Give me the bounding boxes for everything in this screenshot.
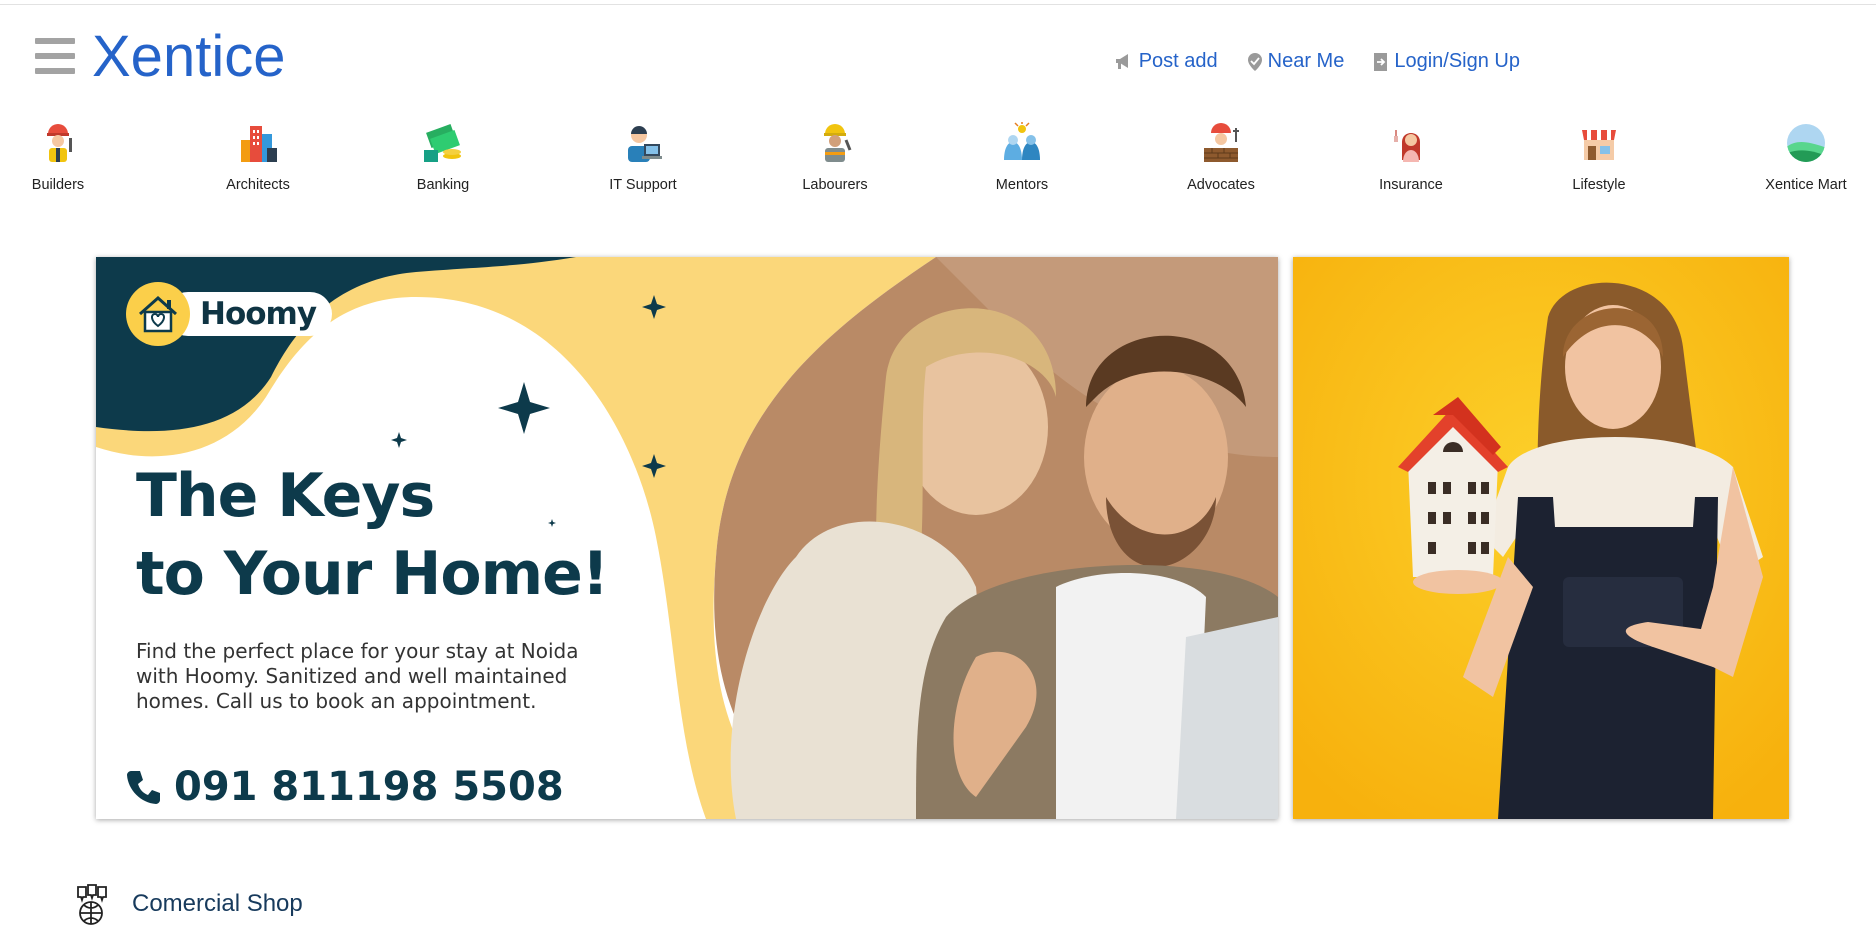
hoomy-logo: Hoomy: [126, 282, 333, 346]
category-label: Banking: [416, 177, 470, 193]
banner-headline-line1: The Keys: [136, 461, 435, 531]
category-label: Builders: [31, 177, 85, 193]
location-pin-icon: [1247, 52, 1262, 71]
category-mentors[interactable]: Mentors: [947, 122, 1097, 193]
it-support-icon: [628, 126, 662, 162]
money-icon: [424, 124, 461, 162]
mentors-icon: [1004, 122, 1040, 160]
category-label: Architects: [226, 177, 290, 193]
banner-phone: 091 811198 5508: [126, 764, 564, 810]
commercial-shop-section: Comercial Shop: [70, 883, 303, 925]
category-label: Advocates: [1187, 177, 1255, 193]
house-heart-icon: [126, 282, 190, 346]
landscape-icon: [1787, 124, 1825, 162]
top-divider: [0, 4, 1876, 5]
login-signup-link[interactable]: Login/Sign Up: [1372, 50, 1520, 73]
commercial-map-icon: [77, 884, 107, 925]
woman-holding-house-image: [1293, 257, 1789, 819]
post-add-link[interactable]: Post add: [1115, 50, 1218, 73]
category-bar: Builders Architects Banking IT Support L…: [0, 122, 1876, 202]
category-advocates[interactable]: Advocates: [1146, 122, 1296, 193]
near-me-label: Near Me: [1267, 50, 1345, 72]
hoomy-banner[interactable]: Hoomy The Keys to Your Home! Find the pe…: [96, 257, 1278, 819]
category-label: Mentors: [995, 177, 1049, 193]
category-label: Lifestyle: [1572, 177, 1626, 193]
post-add-label: Post add: [1138, 50, 1218, 72]
category-label: Insurance: [1379, 177, 1443, 193]
category-builders[interactable]: Builders: [0, 122, 133, 193]
section-title[interactable]: Comercial Shop: [132, 890, 303, 918]
brand-logo[interactable]: Xentice: [92, 22, 285, 92]
category-lifestyle[interactable]: Lifestyle: [1524, 122, 1674, 193]
login-icon: [1374, 52, 1388, 71]
insurance-icon: [1394, 130, 1420, 162]
category-banking[interactable]: Banking: [368, 122, 518, 193]
top-nav: Post add Near Me Login/Sign Up: [1115, 50, 1520, 73]
buildings-icon: [241, 126, 277, 162]
category-label: IT Support: [609, 177, 677, 193]
category-architects[interactable]: Architects: [183, 122, 333, 193]
advocate-icon: [1204, 123, 1239, 162]
megaphone-icon: [1115, 53, 1128, 69]
hamburger-menu-icon[interactable]: [35, 38, 75, 74]
shop-icon: [1582, 130, 1616, 160]
phone-icon: [127, 771, 160, 804]
hoomy-wordmark: Hoomy: [166, 292, 333, 336]
banner-description: Find the perfect place for your stay at …: [136, 639, 579, 713]
category-label: Labourers: [802, 177, 868, 193]
banner-headline-line2: to Your Home!: [136, 539, 609, 609]
category-label: Xentice Mart: [1765, 177, 1847, 193]
builder-icon: [47, 124, 72, 162]
category-labourers[interactable]: Labourers: [760, 122, 910, 193]
side-banner[interactable]: [1293, 257, 1789, 819]
labourer-icon: [824, 124, 852, 162]
category-insurance[interactable]: Insurance: [1336, 122, 1486, 193]
banner-phone-number: 091 811198 5508: [174, 764, 564, 810]
login-signup-label: Login/Sign Up: [1394, 50, 1520, 72]
banner-headline: The Keys to Your Home!: [136, 457, 609, 613]
category-it-support[interactable]: IT Support: [568, 122, 718, 193]
near-me-link[interactable]: Near Me: [1246, 50, 1345, 73]
category-xentice-mart[interactable]: Xentice Mart: [1731, 122, 1876, 193]
